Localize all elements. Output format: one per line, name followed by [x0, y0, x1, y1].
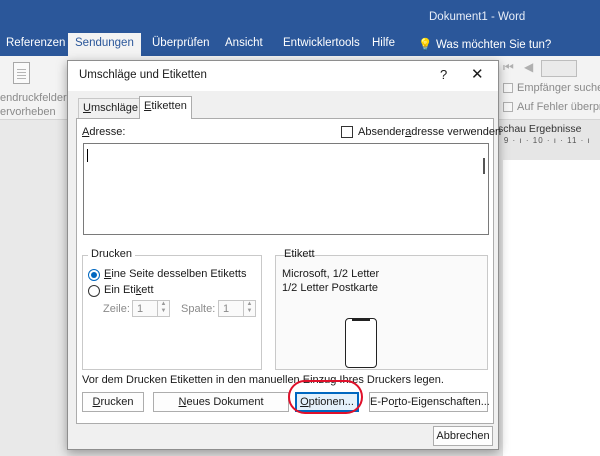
tab-labels[interactable]: Etiketten [139, 96, 192, 119]
document-page[interactable] [503, 160, 600, 456]
previous-record-icon[interactable]: ◀ [524, 60, 533, 74]
use-return-address-label[interactable]: Absenderadresse verwenden [358, 126, 501, 138]
preview-results-group-label: schau Ergebnisse [498, 123, 582, 135]
record-number-field[interactable] [541, 60, 577, 77]
navigation-area [0, 120, 67, 456]
close-icon[interactable]: ✕ [471, 65, 484, 83]
epostage-properties-button[interactable]: E-Porto-Eigenschaften... [369, 392, 490, 412]
first-record-icon[interactable]: ⏮ [503, 60, 514, 75]
label-group-title: Etikett [284, 248, 315, 260]
tab-sendungen[interactable]: Sendungen [68, 33, 141, 56]
options-button[interactable]: Optionen... [295, 392, 359, 412]
help-icon[interactable]: ? [440, 67, 447, 82]
print-group: Drucken Eine Seite desselben Etiketts Ei… [82, 248, 262, 370]
tab-envelopes[interactable]: Umschläge [78, 98, 144, 118]
address-scrollbar[interactable] [483, 158, 485, 174]
tab-referenzen[interactable]: Referenzen [6, 37, 65, 49]
label-product: 1/2 Letter Postkarte [282, 282, 378, 294]
tell-me-box[interactable]: 💡 Was möchten Sie tun? [418, 37, 551, 51]
word-title-bar: Dokument1 - Word [0, 0, 600, 33]
highlight-fields-icon [13, 62, 30, 84]
instruction-text: Vor dem Drucken Etiketten in den manuell… [82, 374, 444, 386]
dialog-title-bar: Umschläge und Etiketten ? ✕ [68, 61, 498, 91]
row-value: 1 [137, 303, 144, 315]
row-label: Zeile: [103, 303, 130, 315]
column-value: 1 [223, 303, 230, 315]
column-spinner[interactable]: 1 ▲ ▼ [218, 300, 256, 317]
envelopes-and-labels-dialog: Umschläge und Etiketten ? ✕ Umschläge Et… [67, 60, 501, 450]
full-page-label[interactable]: Eine Seite desselben Etiketts [104, 268, 246, 280]
find-recipient-label[interactable]: Empfänger suchen [517, 82, 600, 94]
single-label-radio[interactable] [88, 285, 100, 297]
label-group[interactable]: Etikett Microsoft, 1/2 Letter 1/2 Letter… [275, 248, 488, 370]
address-label: Adresse: [82, 126, 126, 138]
column-label: Spalte: [181, 303, 216, 315]
full-page-radio[interactable] [88, 269, 100, 281]
ribbon-tab-bar: Referenzen Sendungen Überprüfen Ansicht … [0, 33, 600, 56]
cancel-button[interactable]: Abbrechen [433, 426, 493, 446]
label-vendor: Microsoft, 1/2 Letter [282, 268, 380, 280]
tab-ueberpruefen[interactable]: Überprüfen [152, 37, 210, 49]
tab-entwicklertools[interactable]: Entwicklertools [283, 37, 360, 49]
spinner-arrows-icon[interactable]: ▲ ▼ [243, 301, 255, 316]
text-cursor [87, 149, 88, 162]
check-errors-label[interactable]: Auf Fehler überprü [517, 101, 600, 113]
label-preview-icon[interactable] [345, 318, 377, 368]
address-textarea[interactable] [83, 143, 489, 235]
tab-ansicht[interactable]: Ansicht [225, 37, 263, 49]
spinner-arrows-icon[interactable]: ▲ ▼ [157, 301, 169, 316]
highlight-fields-label-1[interactable]: endruckfelder [0, 92, 67, 104]
document-title: Dokument1 - Word [429, 11, 526, 23]
check-errors-icon [503, 102, 513, 112]
highlight-fields-label-2[interactable]: ervorheben [0, 106, 56, 118]
row-spinner[interactable]: 1 ▲ ▼ [132, 300, 170, 317]
print-group-title: Drucken [88, 248, 135, 260]
labels-tab-panel: Adresse: Absenderadresse verwenden Druck… [76, 118, 501, 424]
horizontal-ruler: · 9 · ı · 10 · ı · 11 · ı [497, 136, 591, 145]
use-return-address-checkbox[interactable] [341, 126, 353, 138]
print-button[interactable]: Drucken [82, 392, 144, 412]
lightbulb-icon: 💡 [418, 39, 433, 51]
new-document-button[interactable]: Neues Dokument [153, 392, 289, 412]
dialog-title: Umschläge und Etiketten [79, 69, 207, 81]
tab-hilfe[interactable]: Hilfe [372, 37, 395, 49]
find-recipient-icon [503, 83, 513, 93]
tell-me-label: Was möchten Sie tun? [436, 39, 552, 51]
single-label-label[interactable]: Ein Etikett [104, 284, 154, 296]
